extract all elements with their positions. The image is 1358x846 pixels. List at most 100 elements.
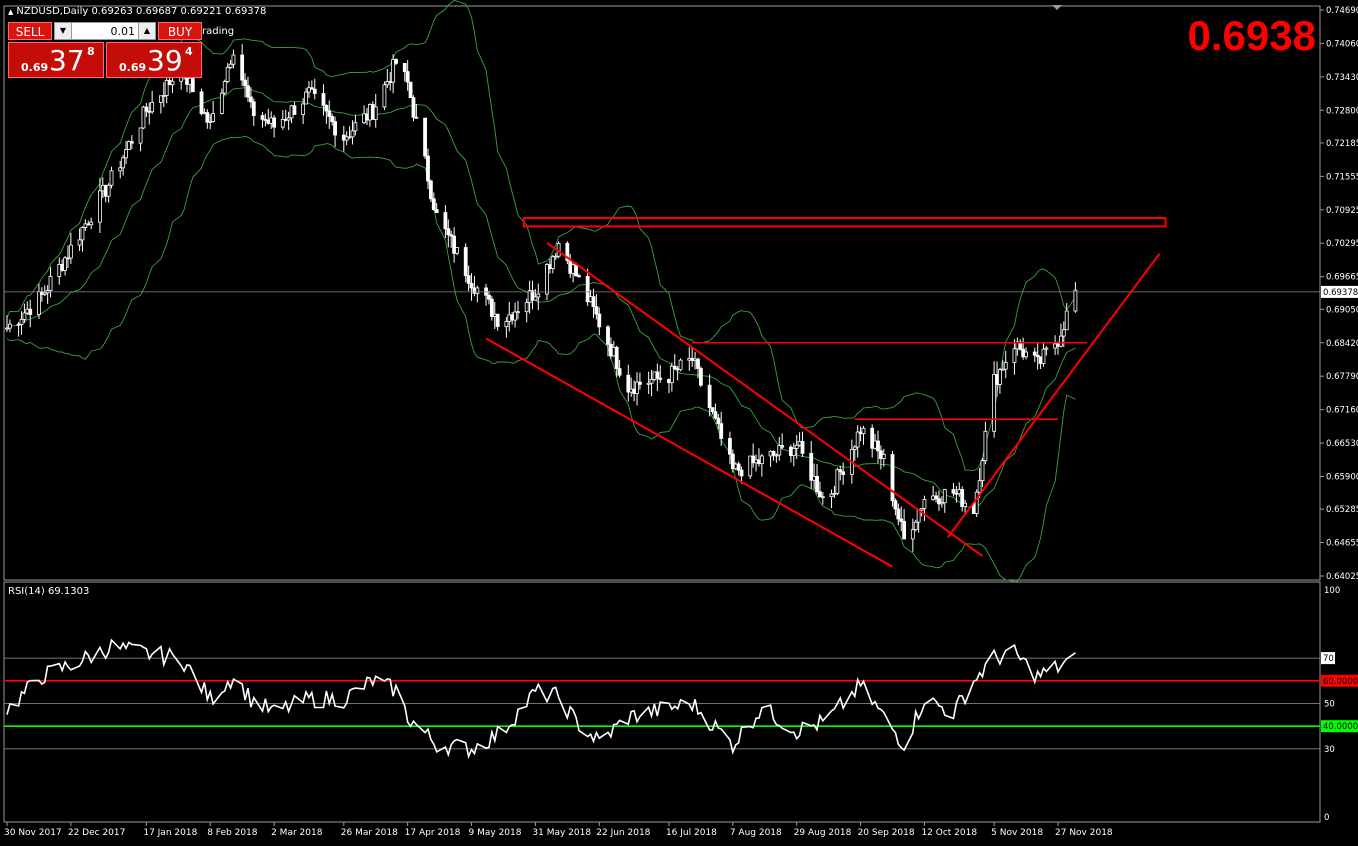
candle-body <box>759 455 764 465</box>
sell-price-pips: 37 <box>49 44 85 77</box>
candle-body <box>841 471 846 475</box>
candle-body <box>231 54 236 65</box>
candle-body <box>469 283 474 289</box>
rsi-y-label: 100 <box>1324 586 1340 596</box>
candle-body <box>998 369 1002 385</box>
x-tick-label: 2 Mar 2018 <box>271 828 323 838</box>
candle-body <box>791 448 796 457</box>
candle-body <box>893 500 898 510</box>
x-tick-label: 26 Mar 2018 <box>341 828 398 838</box>
candle-body <box>8 323 12 329</box>
candle-body <box>1059 335 1063 347</box>
candle-body <box>545 264 549 295</box>
candle-body <box>896 508 901 520</box>
candle-body <box>495 313 500 328</box>
x-tick-label: 29 Aug 2018 <box>794 828 852 838</box>
y-tick-label: 0.74060 <box>1326 39 1358 49</box>
candle-body <box>77 239 82 246</box>
lot-increase-icon[interactable]: ▲ <box>138 23 155 39</box>
candle-body <box>28 308 33 315</box>
candle-body <box>707 384 712 408</box>
candle-body <box>402 62 407 72</box>
sell-button[interactable]: SELL <box>8 22 52 40</box>
candle-body <box>170 80 175 86</box>
buy-button[interactable]: BUY <box>158 22 202 40</box>
candle-body <box>597 313 602 328</box>
x-tick-label: 16 Jul 2018 <box>666 828 717 838</box>
candle-body <box>37 291 41 315</box>
candle-body <box>109 170 114 186</box>
candle-body <box>638 381 642 385</box>
x-tick-label: 17 Apr 2018 <box>405 828 461 838</box>
candle-body <box>963 502 967 507</box>
candle-body <box>455 247 459 254</box>
candle-body <box>434 209 439 213</box>
channel-upper-line <box>546 242 984 557</box>
candle-body <box>504 320 509 328</box>
y-tick-label: 0.66530 <box>1326 439 1358 449</box>
candle-body <box>533 296 538 301</box>
candle-body <box>815 475 819 493</box>
candle-body <box>205 112 210 123</box>
candle-body <box>443 212 448 230</box>
lot-size-value[interactable]: 0.01 <box>73 23 137 41</box>
rsi-y-label: 30 <box>1324 745 1335 755</box>
candle-body <box>617 368 622 376</box>
candle-body <box>594 306 599 315</box>
lot-decrease-icon[interactable]: ▼ <box>55 23 72 39</box>
candle-body <box>713 411 718 419</box>
candle-body <box>1044 347 1049 350</box>
bollinger-middle-band <box>6 87 1076 508</box>
buy-price-prefix: 0.69 <box>119 61 147 74</box>
sell-price-box[interactable]: 0.69 37 8 <box>8 42 104 78</box>
candle-body <box>818 491 822 498</box>
candle-body <box>121 157 126 169</box>
candle-body <box>463 247 468 277</box>
lot-size-field[interactable]: ▼ 0.01 ▲ <box>54 22 156 40</box>
candle-body <box>304 91 308 105</box>
rsi-line <box>6 638 1076 760</box>
x-tick-label: 22 Dec 2017 <box>68 828 126 838</box>
candle-body <box>292 105 297 115</box>
channel-lower-line <box>485 337 894 568</box>
candle-body <box>211 113 216 122</box>
candle-body <box>516 311 520 314</box>
y-tick-label: 0.65900 <box>1326 472 1358 482</box>
y-tick-label: 0.67160 <box>1326 406 1358 416</box>
symbol-info: ▲ NZDUSD,Daily 0.69263 0.69687 0.69221 0.… <box>8 6 267 17</box>
rsi-y-label: 70 <box>1323 654 1334 664</box>
candle-body <box>118 167 123 172</box>
candle-body <box>719 423 724 439</box>
y-tick-label: 0.73430 <box>1326 73 1358 83</box>
y-tick-label: 0.70925 <box>1326 206 1358 216</box>
candle-body <box>913 521 918 531</box>
candle-body <box>800 440 805 454</box>
x-tick-label: 12 Oct 2018 <box>921 828 977 838</box>
candle-body <box>426 155 430 182</box>
candle-body <box>577 275 581 278</box>
candle-body <box>138 127 143 144</box>
buy-price-box[interactable]: 0.69 39 4 <box>106 42 202 78</box>
candle-body <box>228 63 233 68</box>
y-tick-label: 0.65285 <box>1326 505 1358 515</box>
candle-body <box>411 97 416 118</box>
candle-body <box>22 312 27 320</box>
candle-body <box>710 407 715 413</box>
candle-body <box>1041 348 1046 364</box>
candle-body <box>524 302 529 313</box>
y-tick-label: 0.67790 <box>1326 372 1358 382</box>
candle-body <box>251 101 256 116</box>
candle-body <box>934 495 938 500</box>
candle-body <box>475 287 480 294</box>
candle-body <box>19 318 24 325</box>
current-price-display: 0.6938 <box>1187 12 1316 59</box>
buy-price-fraction: 4 <box>185 45 193 58</box>
candle-body <box>794 444 799 449</box>
candle-body <box>333 121 337 136</box>
candle-body <box>222 81 227 94</box>
y-tick-label: 0.72185 <box>1326 139 1358 149</box>
candle-body <box>1061 329 1066 337</box>
candle-body <box>350 130 355 138</box>
candle-body <box>150 101 155 113</box>
rsi-y-label: 0 <box>1324 813 1329 823</box>
